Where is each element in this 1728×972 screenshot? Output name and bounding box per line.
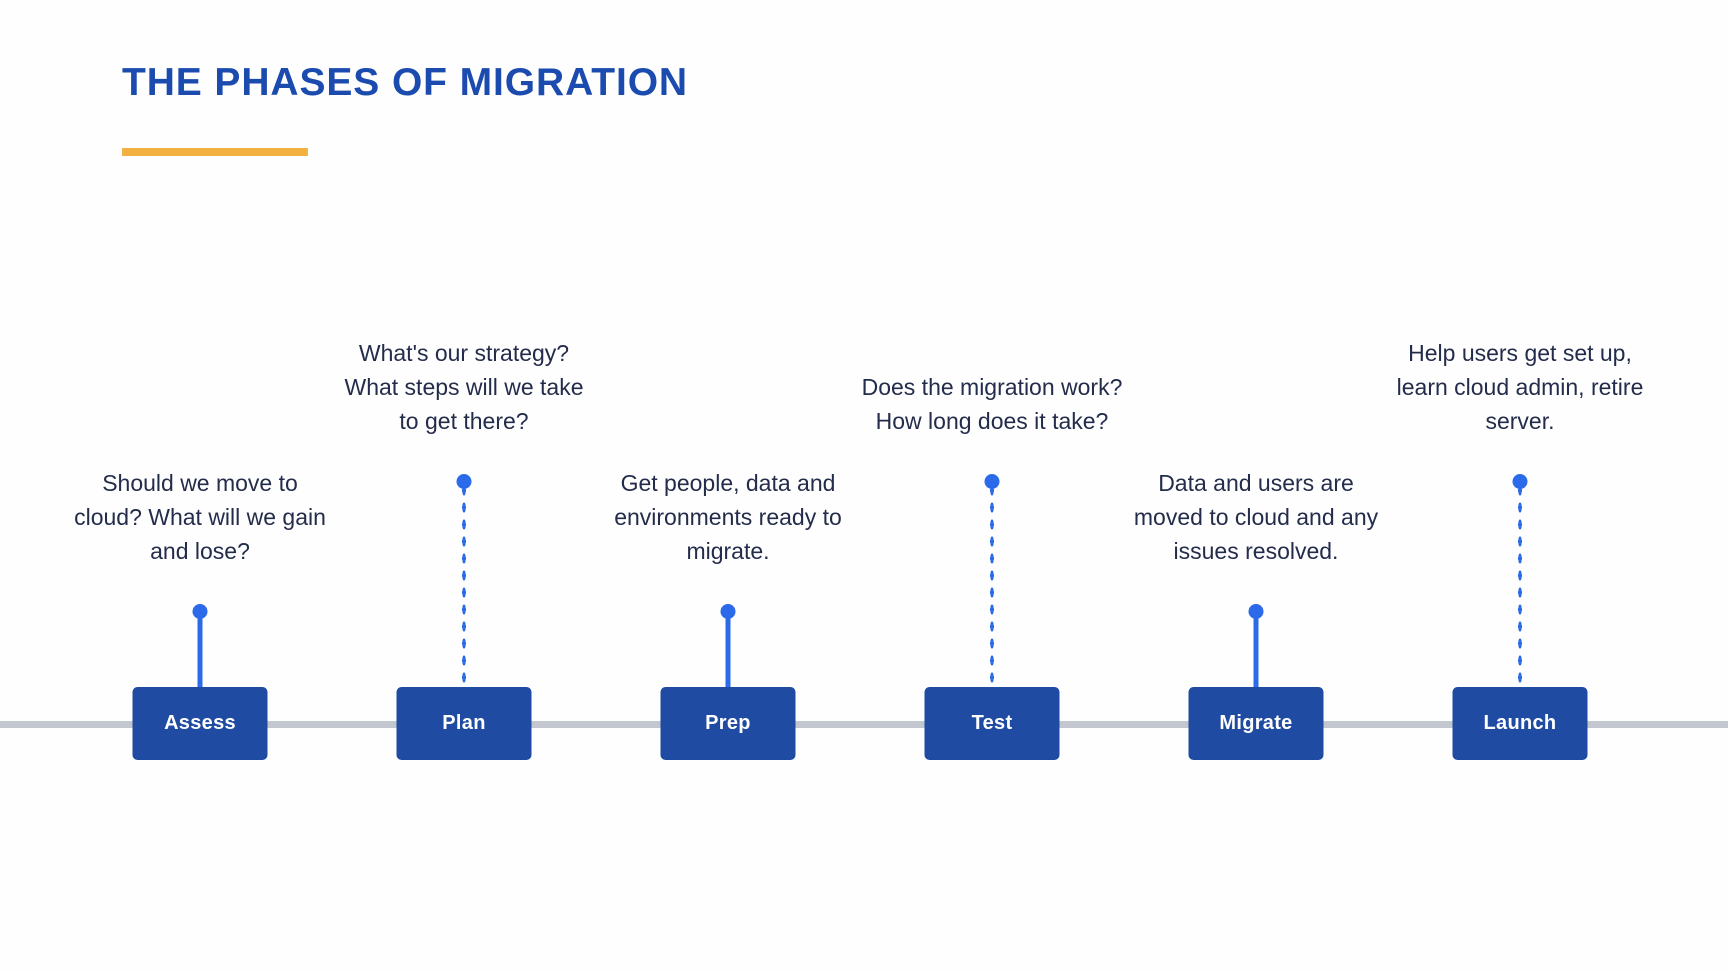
phase-migrate[interactable]: Data and users are moved to cloud and an…	[1121, 0, 1391, 972]
phase-description: Does the migration work? How long does i…	[861, 373, 1123, 434]
phase-description: Data and users are moved to cloud and an…	[1133, 469, 1379, 564]
phase-plan[interactable]: What's our strategy? What steps will we …	[329, 0, 599, 972]
phase-description: Should we move to cloud? What will we ga…	[74, 469, 326, 564]
phase-prep[interactable]: Get people, data and environments ready …	[593, 0, 863, 972]
phase-box-migrate[interactable]: Migrate	[1188, 687, 1324, 760]
timeline-phases: Should we move to cloud? What will we ga…	[0, 0, 1728, 972]
phase-assess[interactable]: Should we move to cloud? What will we ga…	[65, 0, 335, 972]
phase-box-assess[interactable]: Assess	[132, 687, 268, 760]
slide-canvas: THE PHASES OF MIGRATION Should we move t…	[0, 0, 1728, 972]
connector-stem-dotted	[1517, 482, 1523, 690]
phase-box-test[interactable]: Test	[924, 687, 1060, 760]
connector-stem-solid	[725, 612, 731, 690]
phase-description: Get people, data and environments ready …	[614, 469, 842, 564]
phase-box-label: Assess	[164, 712, 236, 734]
connector-stem-solid	[197, 612, 203, 690]
phase-box-label: Launch	[1483, 712, 1557, 734]
connector-stem-dotted	[461, 482, 467, 690]
phase-box-label: Test	[971, 712, 1013, 734]
phase-box-launch[interactable]: Launch	[1452, 687, 1588, 760]
phase-box-label: Plan	[442, 712, 486, 734]
phase-box-prep[interactable]: Prep	[660, 687, 796, 760]
phase-box-label: Migrate	[1219, 712, 1293, 734]
connector-stem-dotted	[989, 482, 995, 690]
connector-stem-solid	[1253, 612, 1259, 690]
phase-box-plan[interactable]: Plan	[396, 687, 532, 760]
phase-launch[interactable]: Help users get set up, learn cloud admin…	[1385, 0, 1655, 972]
phase-description: Help users get set up, learn cloud admin…	[1396, 339, 1644, 434]
phase-description: What's our strategy? What steps will we …	[344, 339, 584, 434]
phase-box-label: Prep	[705, 712, 751, 734]
phase-test[interactable]: Does the migration work? How long does i…	[857, 0, 1127, 972]
